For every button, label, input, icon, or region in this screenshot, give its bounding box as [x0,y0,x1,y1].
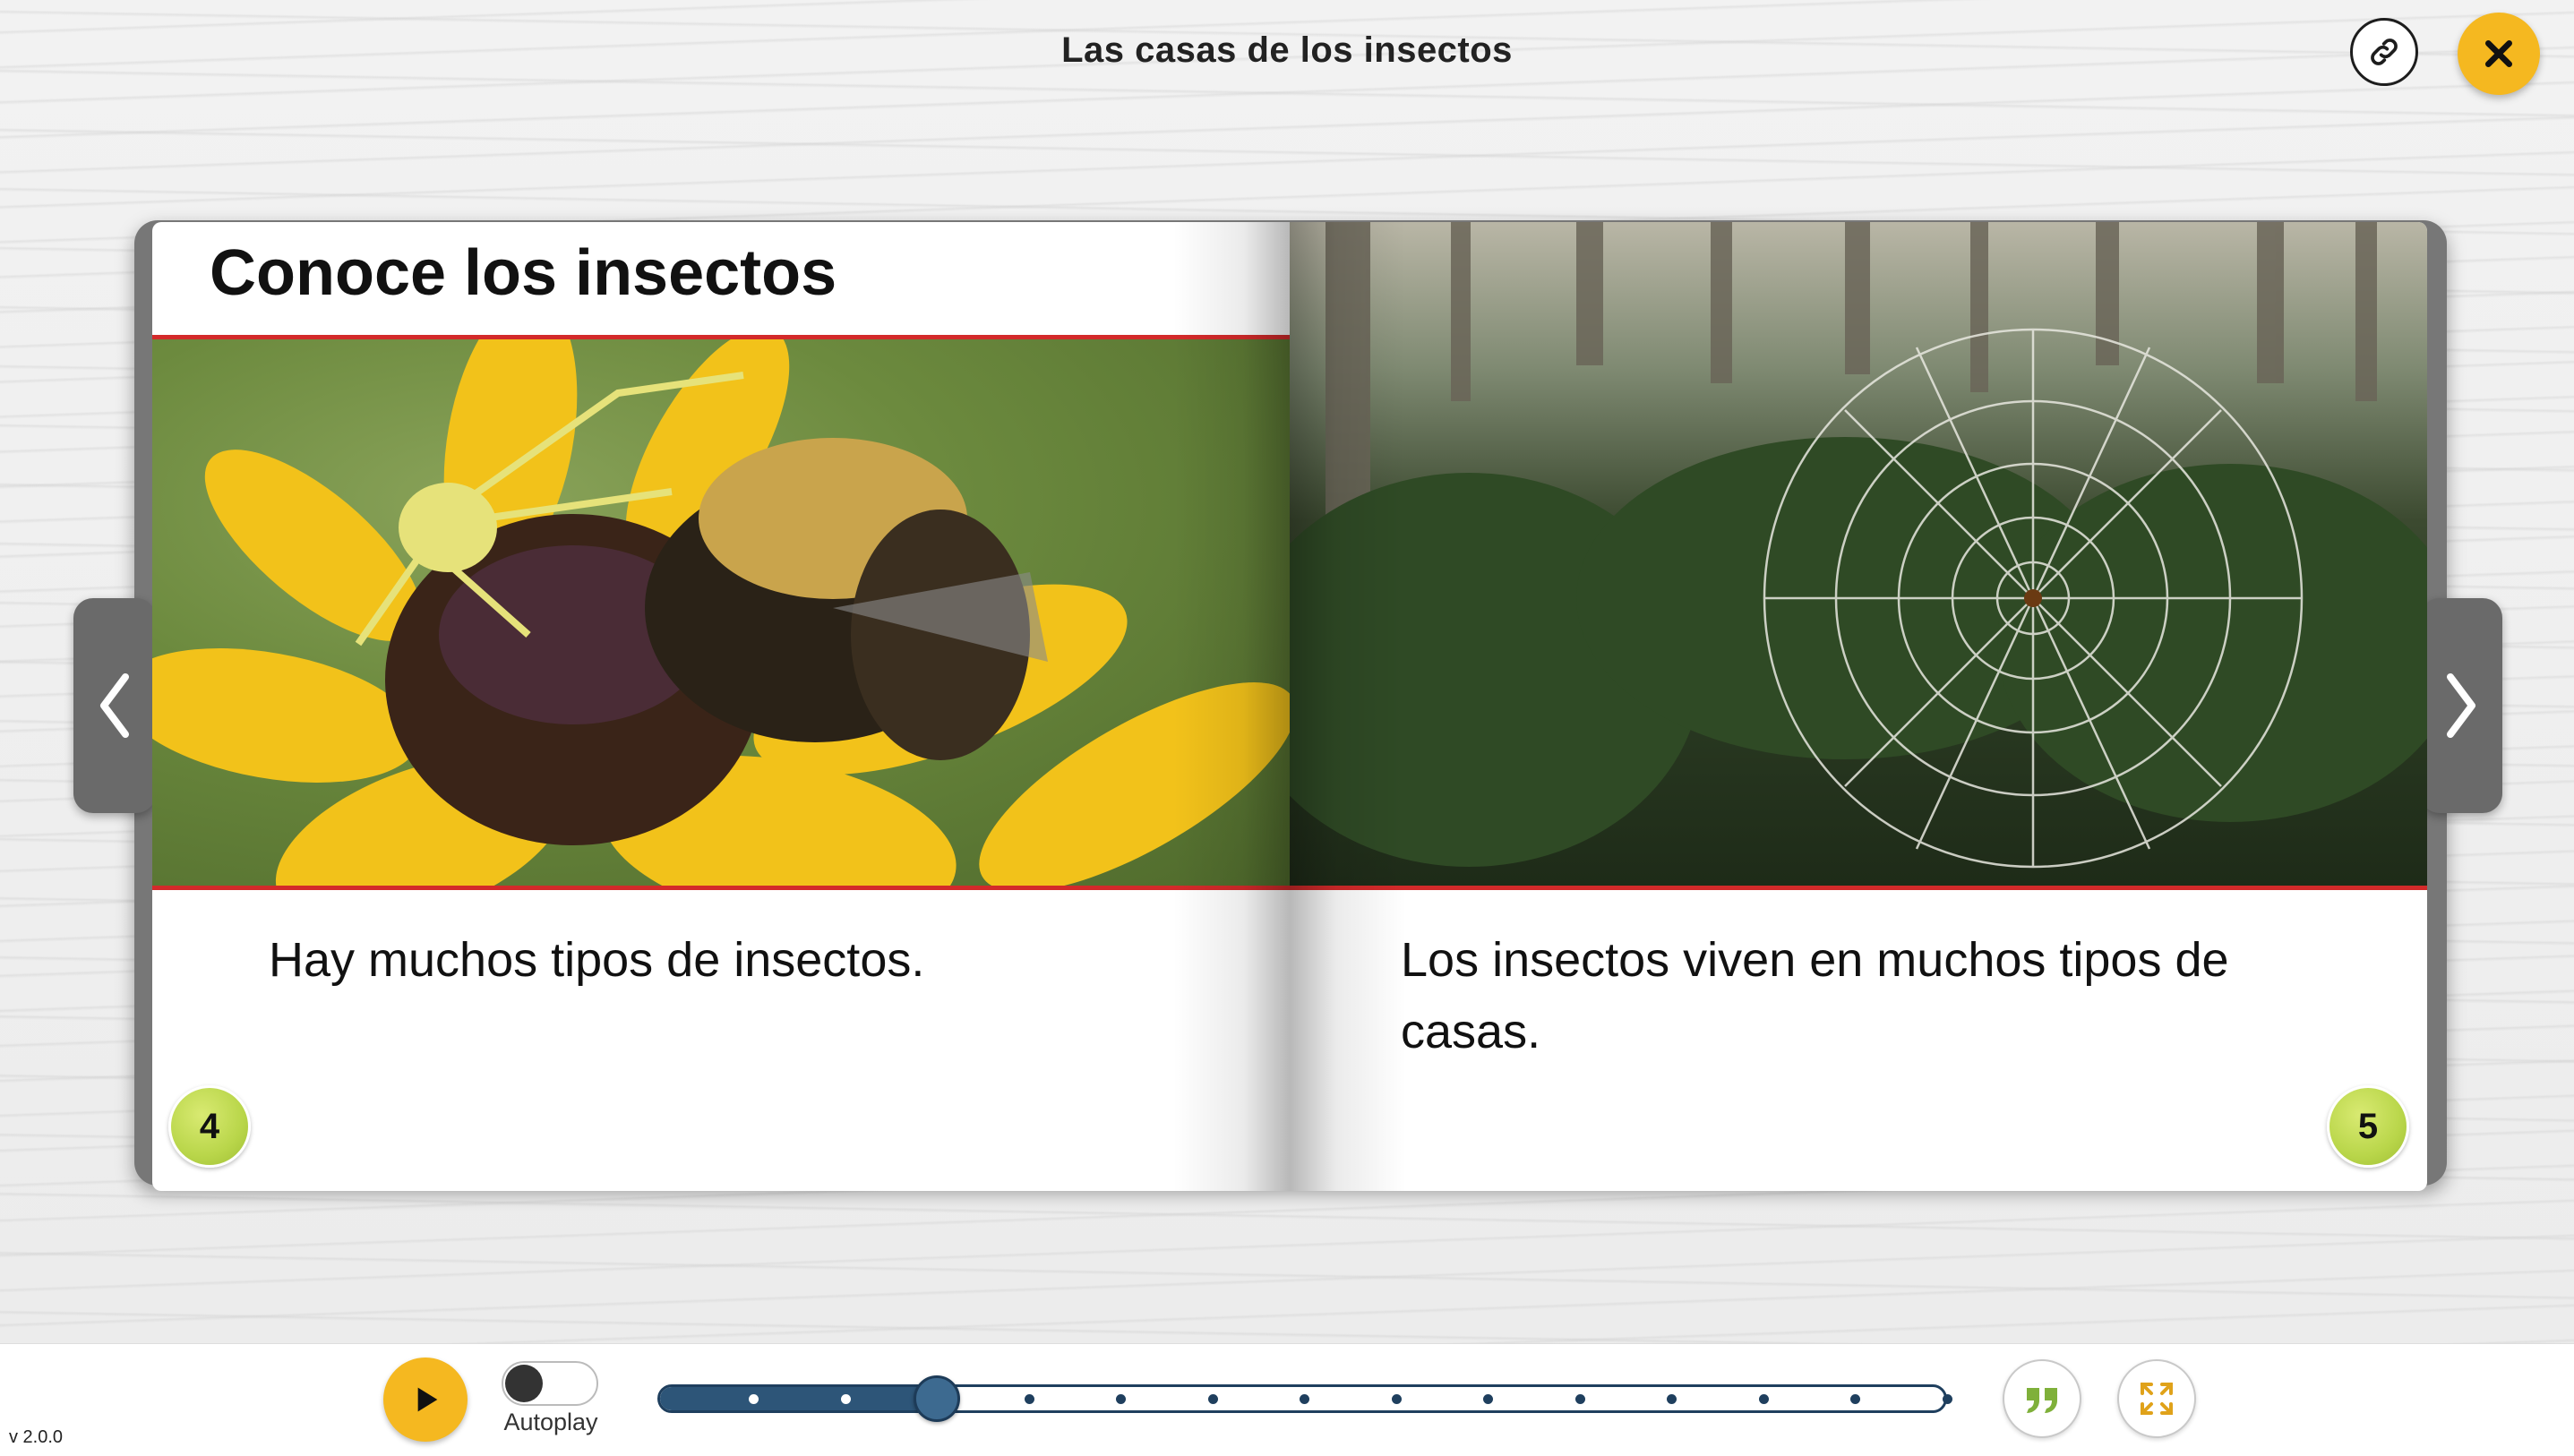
progress-dot[interactable] [1024,1394,1034,1404]
expand-icon [2141,1383,2173,1415]
book-title: Las casas de los insectos [1061,30,1513,70]
chevron-left-icon [100,673,129,738]
play-button[interactable] [383,1358,468,1442]
page-heading: Conoce los insectos [210,237,837,309]
version-label: v 2.0.0 [9,1427,64,1447]
page-number-left: 4 [168,1085,251,1168]
toggle-knob [505,1365,543,1402]
quote-button[interactable] [2003,1359,2081,1438]
page-gutter-shadow [1173,222,1290,1191]
left-page: Conoce los insectos Hay muchos tipos de … [152,222,1290,1191]
next-page-button[interactable] [2420,598,2502,813]
chevron-right-icon [2447,673,2475,738]
progress-dot[interactable] [749,1394,759,1404]
progress-dot[interactable] [1207,1394,1218,1404]
quote-icon [2027,1388,2057,1413]
progress-dot[interactable] [1116,1394,1126,1404]
progress-dot[interactable] [1758,1394,1769,1404]
play-icon [417,1387,438,1412]
progress-dot[interactable] [1300,1394,1309,1404]
spider-web-photo [1290,222,2427,890]
progress-dot[interactable] [1850,1394,1860,1404]
page-progress-slider[interactable] [657,1384,1952,1413]
right-page-text: Los insectos viven en muchos tipos de ca… [1401,933,2229,1058]
fullscreen-button[interactable] [2117,1359,2196,1438]
progress-dot[interactable] [1942,1394,1952,1404]
autoplay-label: Autoplay [503,1409,598,1435]
progress-fill [660,1387,937,1410]
progress-dot[interactable] [1574,1394,1585,1404]
progress-dot[interactable] [840,1394,851,1404]
page-gutter-shadow [1290,222,1406,1191]
previous-page-button[interactable] [73,598,156,813]
autoplay-toggle[interactable] [502,1361,598,1406]
progress-dot[interactable] [1667,1394,1677,1404]
progress-thumb[interactable] [914,1375,960,1422]
page-number-right: 5 [2327,1085,2409,1168]
progress-dot[interactable] [1483,1394,1493,1404]
right-page: Los insectos viven en muchos tipos de ca… [1290,222,2427,1191]
bee-on-flower-photo [152,335,1290,890]
close-icon [2485,40,2512,67]
progress-dot[interactable] [1391,1394,1402,1404]
share-link-button[interactable] [2350,18,2418,86]
link-icon [2371,39,2398,65]
close-button[interactable] [2458,13,2540,95]
left-page-text: Hay muchos tipos de insectos. [269,933,925,987]
